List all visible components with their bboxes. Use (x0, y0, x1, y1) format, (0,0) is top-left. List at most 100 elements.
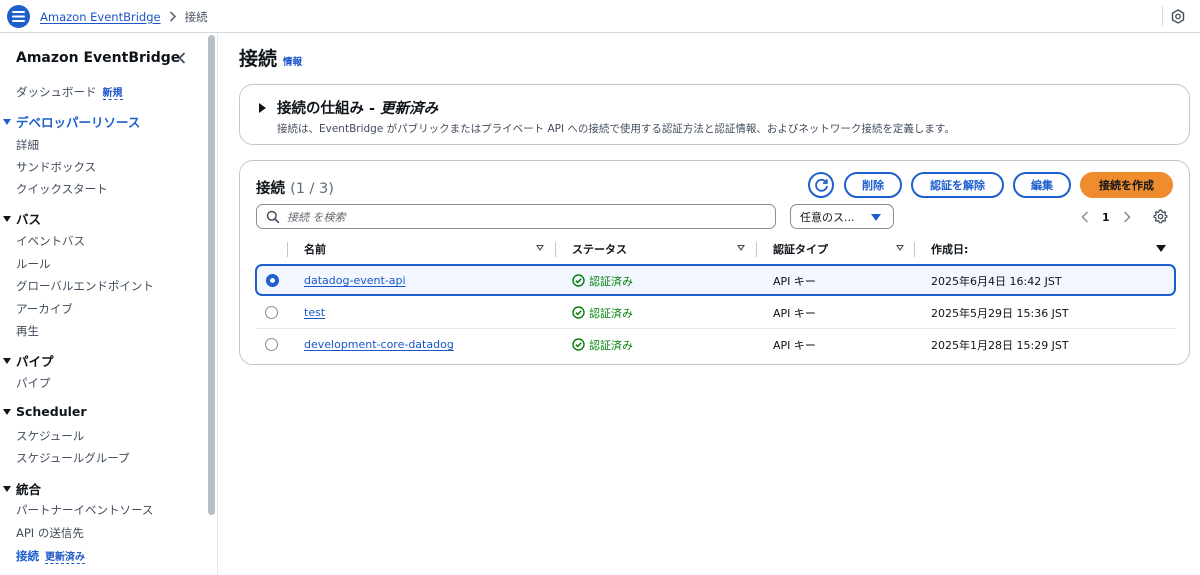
sort-icon[interactable] (536, 245, 544, 251)
divider (1162, 6, 1163, 26)
caret-down-icon (871, 214, 881, 221)
expandable-heading[interactable]: 接続の仕組み - 更新済み (277, 97, 438, 118)
sidebar-section-bus[interactable]: バス (3, 209, 41, 228)
pagination: 1 (1078, 206, 1134, 228)
caret-right-icon[interactable] (259, 103, 266, 113)
connections-table-panel: 接続 (1 / 3) 削除 認証を解除 編集 接続を作成 任意のス... (239, 160, 1190, 365)
page-number[interactable]: 1 (1102, 211, 1110, 224)
sidebar-item-replay[interactable]: 再生 (16, 323, 39, 339)
search-input[interactable] (287, 207, 767, 227)
sidebar-section-scheduler[interactable]: Scheduler (3, 404, 87, 419)
chevron-right-icon (169, 11, 177, 22)
sidebar-section-pipes[interactable]: パイプ (3, 351, 54, 370)
check-circle-icon (572, 306, 585, 319)
sidebar-item-sandbox[interactable]: サンドボックス (16, 159, 96, 175)
sidebar-item-schedule-groups[interactable]: スケジュールグループ (16, 450, 130, 466)
table-row[interactable]: datadog-event-api 認証済み API キー 2025年6月4日 … (255, 264, 1176, 296)
sidebar-scrollbar[interactable] (208, 35, 215, 515)
refresh-button[interactable] (808, 172, 834, 198)
column-header-status[interactable]: ステータス (572, 235, 627, 263)
connection-name-link[interactable]: development-core-datadog (304, 329, 454, 360)
sidebar-item-label: 接続 (16, 549, 39, 563)
sidebar-item-schedules[interactable]: スケジュール (16, 428, 84, 444)
sidebar-title: Amazon EventBridge (16, 50, 181, 66)
deauthorize-button[interactable]: 認証を解除 (911, 172, 1004, 198)
column-divider (555, 242, 556, 257)
status-text: 認証済み (589, 338, 633, 352)
sidebar-item-event-bus[interactable]: イベントバス (16, 233, 85, 249)
chevron-right-icon (1123, 211, 1131, 223)
sidebar-section-developer-resources[interactable]: デベロッパーリソース (3, 112, 140, 131)
table-preferences-button[interactable] (1152, 208, 1168, 224)
status-filter-select[interactable]: 任意のス... (790, 204, 894, 229)
table-row[interactable]: development-core-datadog 認証済み API キー 202… (256, 328, 1175, 359)
info-link[interactable]: 情報 (283, 54, 302, 68)
hamburger-menu-button[interactable] (7, 5, 30, 28)
sidebar-item-partner-event-sources[interactable]: パートナーイベントソース (16, 502, 153, 518)
refresh-icon (814, 178, 828, 192)
sort-icon[interactable] (896, 245, 904, 251)
row-radio[interactable] (265, 306, 278, 319)
sidebar-collapse-button[interactable] (175, 50, 189, 66)
column-divider (914, 242, 915, 257)
sidebar-item-rules[interactable]: ルール (16, 256, 51, 272)
connection-name-link[interactable]: test (304, 297, 325, 328)
section-title: デベロッパーリソース (16, 115, 141, 130)
sidebar-item-label: ダッシュボード (16, 85, 97, 99)
status-cell: 認証済み (572, 297, 633, 328)
sort-descending-icon[interactable] (1156, 245, 1166, 252)
notification-button[interactable] (1170, 8, 1186, 24)
column-header-auth-type[interactable]: 認証タイプ (773, 235, 828, 263)
sidebar-section-integration[interactable]: 統合 (3, 479, 41, 498)
status-text: 認証済み (589, 306, 633, 320)
updated-badge: 更新済み (45, 552, 85, 564)
row-radio[interactable] (265, 338, 278, 351)
caret-down-icon (3, 215, 11, 222)
sidebar-item-quickstart[interactable]: クイックスタート (16, 181, 108, 197)
auth-type-cell: API キー (773, 338, 816, 352)
status-cell: 認証済み (572, 265, 633, 296)
create-connection-button[interactable]: 接続を作成 (1080, 172, 1173, 198)
connection-name-link[interactable]: datadog-event-api (304, 265, 406, 296)
sidebar-item-dashboard[interactable]: ダッシュボード 新規 (16, 84, 123, 100)
heading-text: 接続の仕組み - (277, 101, 381, 117)
column-divider (287, 242, 288, 257)
created-date-cell: 2025年1月28日 15:29 JST (931, 338, 1069, 352)
section-title: 統合 (16, 482, 42, 497)
breadcrumb-link-eventbridge[interactable]: Amazon EventBridge (40, 10, 161, 24)
sidebar-item-archive[interactable]: アーカイブ (16, 301, 73, 317)
sort-icon[interactable] (737, 245, 745, 251)
check-circle-icon (572, 338, 585, 351)
auth-type-cell: API キー (773, 306, 816, 320)
breadcrumb-current: 接続 (184, 9, 208, 24)
sidebar-item-api-destinations[interactable]: API の送信先 (16, 525, 84, 541)
table-title: 接続 (1 / 3) (256, 177, 334, 198)
table-header: 名前 ステータス 認証タイプ 作成日: (256, 235, 1175, 263)
side-navigation: Amazon EventBridge ダッシュボード 新規 デベロッパーリソース … (0, 33, 218, 575)
section-title: Scheduler (16, 404, 87, 419)
panel-description: 接続は、EventBridge がパブリックまたはプライベート API への接続… (277, 123, 955, 135)
previous-page-button[interactable] (1078, 210, 1092, 224)
table-row[interactable]: test 認証済み API キー 2025年5月29日 15:36 JST (256, 297, 1175, 328)
caret-down-icon (3, 118, 11, 125)
column-header-created[interactable]: 作成日: (931, 235, 968, 263)
row-radio[interactable] (266, 274, 279, 287)
sidebar-item-pipes[interactable]: パイプ (16, 375, 51, 391)
top-navigation-bar: Amazon EventBridge 接続 (0, 0, 1200, 33)
created-date-cell: 2025年5月29日 15:36 JST (931, 306, 1069, 320)
table-title-text: 接続 (256, 181, 285, 197)
auth-type-cell: API キー (773, 274, 816, 288)
edit-button[interactable]: 編集 (1013, 172, 1071, 198)
next-page-button[interactable] (1120, 210, 1134, 224)
column-header-name[interactable]: 名前 (304, 235, 326, 263)
search-icon (266, 210, 280, 224)
status-text: 認証済み (589, 274, 633, 288)
heading-emphasis: 更新済み (380, 101, 439, 117)
delete-button[interactable]: 削除 (844, 172, 902, 198)
sidebar-item-details[interactable]: 詳細 (16, 137, 39, 153)
sidebar-item-connections[interactable]: 接続 更新済み (16, 548, 85, 564)
sidebar-item-global-endpoints[interactable]: グローバルエンドポイント (16, 278, 154, 294)
column-divider (756, 242, 757, 257)
how-connections-work-panel: 接続の仕組み - 更新済み 接続は、EventBridge がパブリックまたはプ… (239, 84, 1190, 145)
caret-down-icon (3, 357, 11, 364)
